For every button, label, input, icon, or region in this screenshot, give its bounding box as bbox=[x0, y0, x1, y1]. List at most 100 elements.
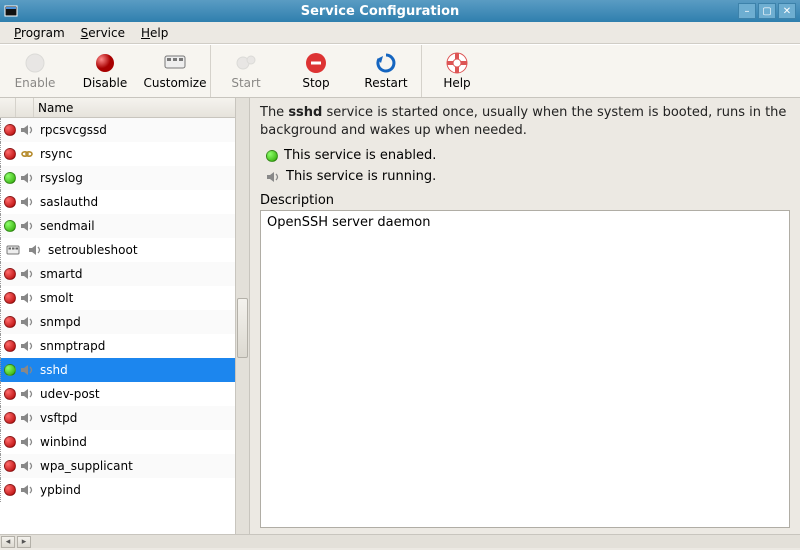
help-button[interactable]: Help bbox=[422, 45, 492, 97]
service-name: smolt bbox=[38, 291, 73, 305]
status-dot-icon bbox=[4, 292, 16, 304]
status-dot-icon bbox=[4, 172, 16, 184]
service-name: snmpd bbox=[38, 315, 81, 329]
service-name: rsyslog bbox=[38, 171, 83, 185]
horizontal-scrollbar[interactable]: ◂ ▸ bbox=[0, 534, 800, 548]
speaker-icon bbox=[27, 242, 43, 258]
service-name: ypbind bbox=[38, 483, 81, 497]
speaker-icon bbox=[19, 122, 35, 138]
stop-icon bbox=[305, 52, 327, 74]
status-dot-icon bbox=[4, 412, 16, 424]
service-row-ypbind[interactable]: ypbind bbox=[0, 478, 235, 502]
window-title: Service Configuration bbox=[24, 4, 736, 19]
speaker-icon bbox=[19, 218, 35, 234]
panel-icon bbox=[5, 242, 21, 258]
status-enabled: This service is enabled. bbox=[266, 148, 790, 163]
scroll-right-button[interactable]: ▸ bbox=[17, 536, 31, 548]
status-dot-icon bbox=[4, 364, 16, 376]
service-name: rsync bbox=[38, 147, 73, 161]
speaker-icon bbox=[19, 290, 35, 306]
service-name: winbind bbox=[38, 435, 87, 449]
menu-service[interactable]: Service bbox=[73, 24, 133, 42]
speaker-icon bbox=[19, 386, 35, 402]
toolbar: Enable Disable Customize Start Stop Rest… bbox=[0, 44, 800, 98]
service-row-smolt[interactable]: smolt bbox=[0, 286, 235, 310]
status-dot-icon bbox=[4, 340, 16, 352]
window-titlebar: Service Configuration – ▢ ✕ bbox=[0, 0, 800, 22]
service-name: smartd bbox=[38, 267, 83, 281]
service-row-sendmail[interactable]: sendmail bbox=[0, 214, 235, 238]
maximize-button[interactable]: ▢ bbox=[758, 3, 776, 19]
service-row-setroubleshoot[interactable]: setroubleshoot bbox=[0, 238, 235, 262]
service-intro: The sshd service is started once, usuall… bbox=[260, 104, 790, 139]
menu-help[interactable]: Help bbox=[133, 24, 176, 42]
description-label: Description bbox=[260, 193, 790, 208]
speaker-icon bbox=[266, 170, 280, 184]
service-name: sendmail bbox=[38, 219, 95, 233]
service-list[interactable]: rpcsvcgssd rsync rsyslog saslauthd sendmail s… bbox=[0, 118, 235, 534]
status-dot-icon bbox=[4, 484, 16, 496]
speaker-icon bbox=[19, 410, 35, 426]
service-row-saslauthd[interactable]: saslauthd bbox=[0, 190, 235, 214]
status-dot-icon bbox=[4, 388, 16, 400]
disable-button[interactable]: Disable bbox=[70, 45, 140, 97]
service-name: setroubleshoot bbox=[46, 243, 138, 257]
circle-gray-icon bbox=[24, 52, 46, 74]
service-row-vsftpd[interactable]: vsftpd bbox=[0, 406, 235, 430]
gears-icon bbox=[234, 52, 258, 74]
service-name: saslauthd bbox=[38, 195, 98, 209]
service-row-snmptrapd[interactable]: snmptrapd bbox=[0, 334, 235, 358]
service-name: wpa_supplicant bbox=[38, 459, 133, 473]
service-row-winbind[interactable]: winbind bbox=[0, 430, 235, 454]
restart-button[interactable]: Restart bbox=[351, 45, 421, 97]
menu-program[interactable]: Program bbox=[6, 24, 73, 42]
speaker-icon bbox=[19, 266, 35, 282]
speaker-icon bbox=[19, 338, 35, 354]
enabled-dot-icon bbox=[266, 150, 278, 162]
status-dot-icon bbox=[4, 268, 16, 280]
speaker-icon bbox=[19, 434, 35, 450]
customize-icon bbox=[163, 52, 187, 74]
detail-panel: The sshd service is started once, usuall… bbox=[250, 98, 800, 534]
service-row-wpa_supplicant[interactable]: wpa_supplicant bbox=[0, 454, 235, 478]
status-dot-icon bbox=[4, 124, 16, 136]
service-row-rsync[interactable]: rsync bbox=[0, 142, 235, 166]
service-name: vsftpd bbox=[38, 411, 77, 425]
service-list-panel: Name rpcsvcgssd rsync rsyslog saslauthd send… bbox=[0, 98, 250, 534]
service-name: rpcsvcgssd bbox=[38, 123, 107, 137]
column-name: Name bbox=[34, 101, 73, 115]
speaker-icon bbox=[19, 482, 35, 498]
speaker-icon bbox=[19, 362, 35, 378]
stop-button[interactable]: Stop bbox=[281, 45, 351, 97]
status-dot-icon bbox=[4, 460, 16, 472]
service-name: sshd bbox=[38, 363, 68, 377]
start-button: Start bbox=[211, 45, 281, 97]
circle-red-icon bbox=[94, 52, 116, 74]
service-row-rsyslog[interactable]: rsyslog bbox=[0, 166, 235, 190]
close-button[interactable]: ✕ bbox=[778, 3, 796, 19]
scroll-left-button[interactable]: ◂ bbox=[1, 536, 15, 548]
status-dot-icon bbox=[4, 220, 16, 232]
status-running: This service is running. bbox=[266, 169, 790, 184]
customize-button[interactable]: Customize bbox=[140, 45, 210, 97]
service-row-sshd[interactable]: sshd bbox=[0, 358, 235, 382]
service-name: snmptrapd bbox=[38, 339, 105, 353]
link-icon bbox=[19, 146, 35, 162]
list-header[interactable]: Name bbox=[0, 98, 235, 118]
minimize-button[interactable]: – bbox=[738, 3, 756, 19]
vertical-scrollbar[interactable] bbox=[235, 98, 249, 534]
status-dot-icon bbox=[4, 436, 16, 448]
speaker-icon bbox=[19, 314, 35, 330]
status-dot-icon bbox=[4, 316, 16, 328]
service-row-rpcsvcgssd[interactable]: rpcsvcgssd bbox=[0, 118, 235, 142]
service-row-udev-post[interactable]: udev-post bbox=[0, 382, 235, 406]
enable-button: Enable bbox=[0, 45, 70, 97]
status-dot-icon bbox=[4, 148, 16, 160]
help-icon bbox=[446, 52, 468, 74]
description-box: OpenSSH server daemon bbox=[260, 210, 790, 528]
scrollbar-thumb[interactable] bbox=[237, 298, 248, 358]
speaker-icon bbox=[19, 170, 35, 186]
service-row-snmpd[interactable]: snmpd bbox=[0, 310, 235, 334]
service-row-smartd[interactable]: smartd bbox=[0, 262, 235, 286]
service-name: udev-post bbox=[38, 387, 100, 401]
